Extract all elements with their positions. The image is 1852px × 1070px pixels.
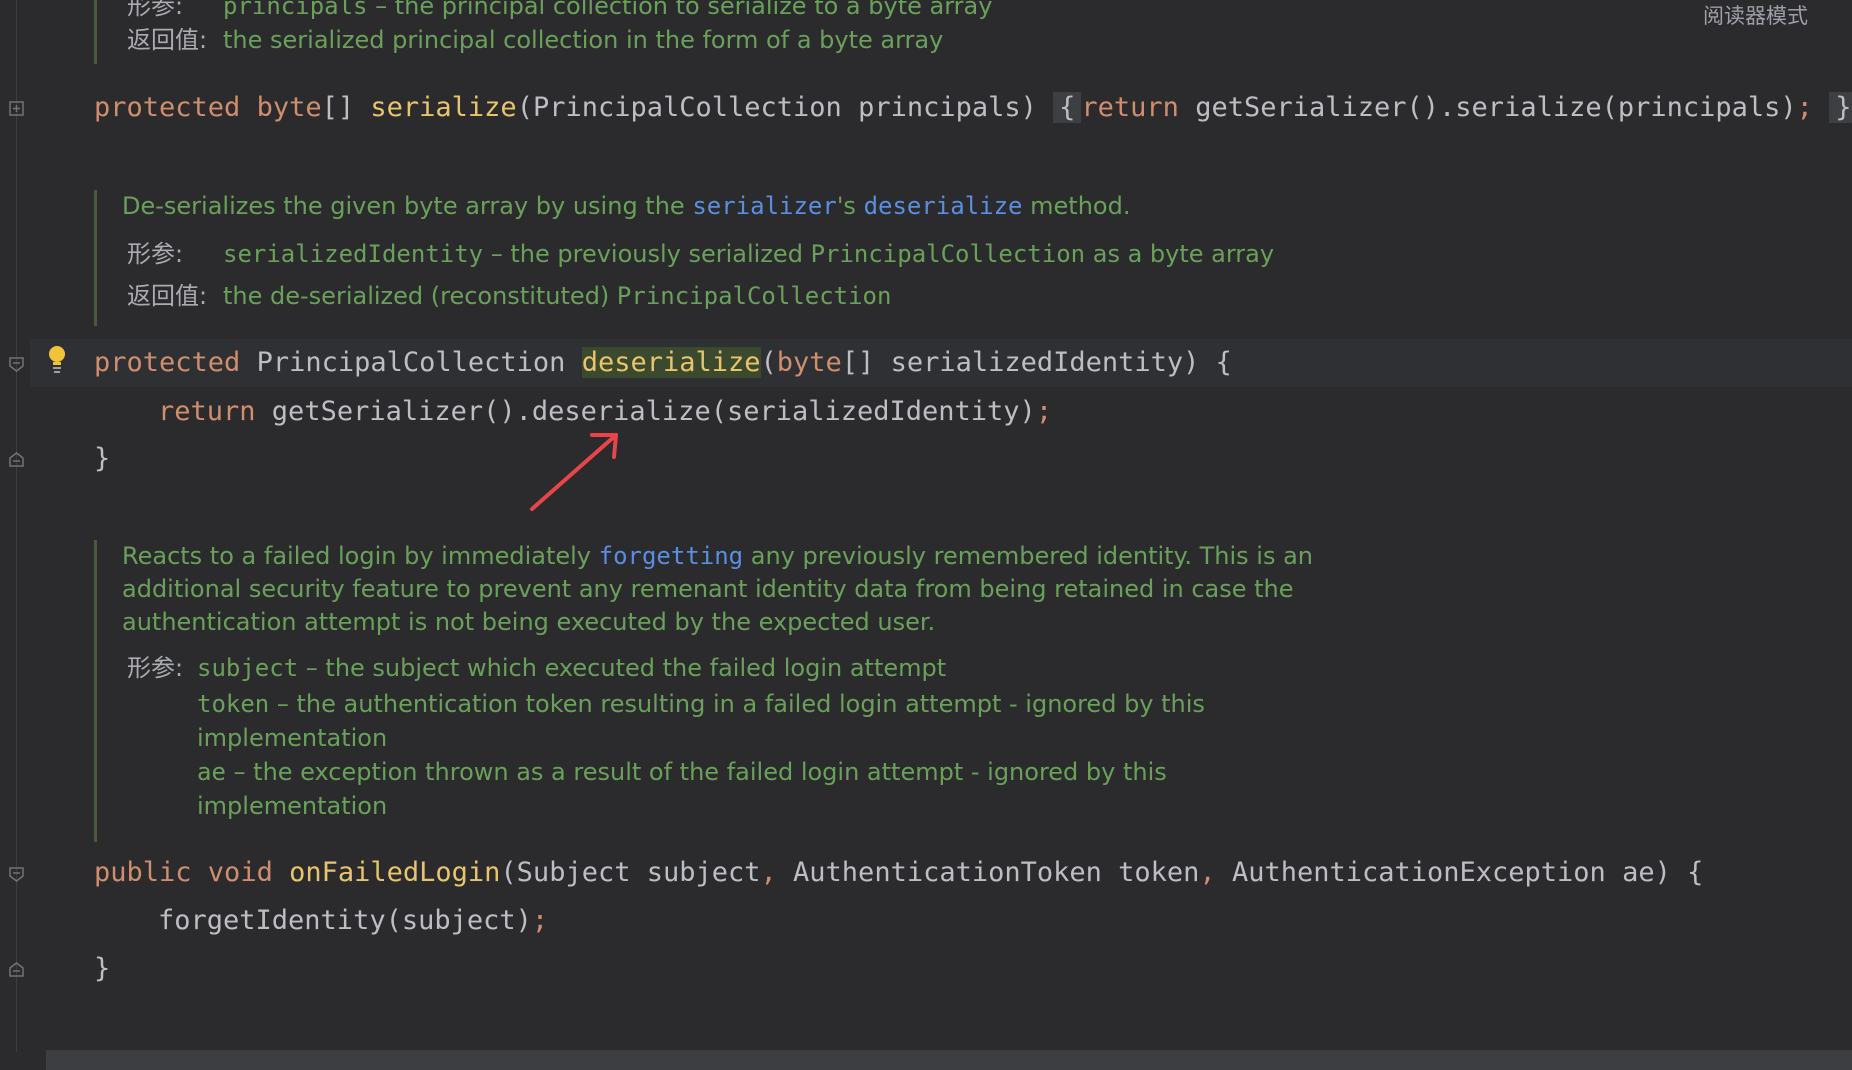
doc-comment-deserialize: De-serializes the given byte array by us… — [94, 190, 1274, 326]
doc-returns-row: 返回值: the serialized principal collection … — [127, 24, 943, 57]
closing-brace: } — [94, 443, 111, 474]
reader-mode-toggle[interactable]: 阅读器模式 — [1703, 0, 1808, 30]
doc-desc-line1: Reacts to a failed login by immediately … — [122, 542, 1314, 570]
fold-end-icon[interactable] — [9, 962, 24, 977]
gutter — [16, 0, 17, 1052]
doc-comment-onfailedlogin: Reacts to a failed login by immediately … — [94, 540, 1313, 842]
code-editor[interactable]: 阅读器模式 形参: principals – the principal coll… — [0, 0, 1852, 1070]
doc-param-subject: 形参: subject – the subject which executed … — [127, 654, 947, 682]
deserialize-body-line[interactable]: return getSerializer().deserialize(seria… — [158, 395, 1052, 429]
fold-end-icon[interactable] — [9, 452, 24, 467]
serialize-method-line[interactable]: protected byte[] serialize(PrincipalColl… — [94, 91, 1852, 125]
doc-param-row: 形参: principals – the principal collection… — [127, 0, 992, 23]
doc-param-token-cont: implementation — [197, 724, 388, 752]
doc-comment-serialize: 形参: principals – the principal collection… — [94, 0, 992, 64]
lightbulb-icon[interactable] — [46, 344, 68, 374]
doc-desc: De-serializes the given byte array by us… — [122, 192, 1131, 220]
doc-returns-row: 返回值: the de-serialized (reconstituted) Pr… — [127, 282, 892, 310]
returns-label: 返回值: — [127, 26, 208, 54]
onfailedlogin-signature-line[interactable]: public void onFailedLogin(Subject subjec… — [94, 856, 1703, 890]
link-deserialize[interactable]: deserialize — [864, 192, 1023, 220]
doc-desc-line3: authentication attempt is not being exec… — [122, 608, 936, 636]
doc-param-token: token – the authentication token resulti… — [197, 690, 1205, 718]
closing-brace: } — [94, 953, 111, 984]
fold-collapse-icon[interactable] — [9, 867, 24, 882]
onfailedlogin-body-line[interactable]: forgetIdentity(subject); — [158, 904, 548, 938]
param-label: 形参: — [127, 0, 184, 20]
fold-collapse-icon[interactable] — [9, 357, 24, 372]
doc-param-row: 形参: serializedIdentity – the previously s… — [127, 240, 1275, 268]
horizontal-scrollbar[interactable] — [46, 1050, 1852, 1070]
link-forgetting[interactable]: forgetting — [599, 542, 744, 570]
fold-expand-icon[interactable] — [9, 101, 24, 116]
doc-desc-line2: additional security feature to prevent a… — [122, 575, 1294, 603]
link-serializer[interactable]: serializer — [692, 192, 837, 220]
doc-param-ae: ae – the exception thrown as a result of… — [197, 758, 1167, 786]
deserialize-signature-line[interactable]: protected PrincipalCollection deserializ… — [94, 346, 1232, 380]
doc-param-ae-cont: implementation — [197, 792, 388, 820]
arrow-annotation — [530, 433, 618, 511]
